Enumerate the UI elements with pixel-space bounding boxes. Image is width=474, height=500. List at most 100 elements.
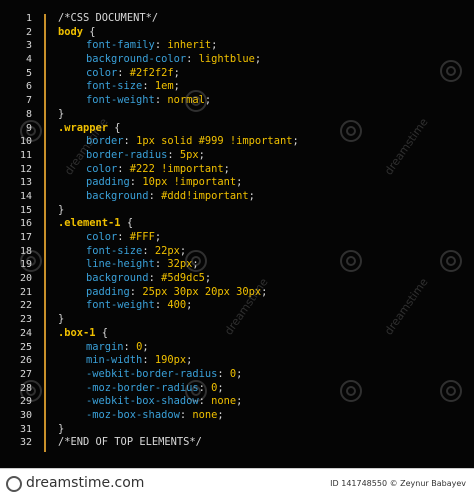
semicolon: ;: [211, 39, 218, 52]
code-line[interactable]: min-width: 190px;: [58, 354, 299, 368]
css-value: 25px 30px 20px 30px: [142, 285, 262, 298]
code-area[interactable]: /*CSS DOCUMENT*/body {font-family: inher…: [58, 12, 299, 450]
colon: :: [142, 80, 155, 93]
css-property: color: [86, 162, 118, 175]
line-number: 17: [19, 232, 32, 243]
dreamstime-logo-icon: [6, 476, 22, 492]
css-property: -moz-border-radius: [86, 381, 199, 394]
code-line[interactable]: font-size: 1em;: [58, 80, 299, 94]
css-property: padding: [86, 176, 130, 189]
line-number: 3: [25, 40, 32, 52]
css-property: font-size: [86, 244, 143, 257]
code-line[interactable]: color: #FFF;: [58, 231, 299, 245]
code-line[interactable]: }: [58, 423, 299, 437]
watermark-text: dreamstime: [382, 275, 431, 338]
code-line[interactable]: font-family: inherit;: [58, 39, 299, 53]
colon: :: [154, 39, 168, 52]
semicolon: ;: [204, 272, 212, 285]
footer-logo[interactable]: dreamstime.com: [26, 475, 144, 491]
css-value: 400: [167, 299, 187, 312]
watermark-icon: [340, 120, 362, 142]
css-value: inherit: [167, 39, 212, 52]
code-line[interactable]: .element-1 {: [58, 217, 299, 231]
line-number: 7: [25, 95, 32, 107]
semicolon: ;: [186, 354, 193, 367]
code-line[interactable]: padding: 10px !important;: [58, 176, 299, 190]
code-line[interactable]: background-color: lightblue;: [58, 53, 299, 67]
code-line[interactable]: .box-1 {: [58, 327, 299, 341]
colon: :: [217, 367, 230, 380]
code-line[interactable]: font-size: 22px;: [58, 245, 299, 259]
code-line[interactable]: -webkit-box-shadow: none;: [58, 395, 299, 409]
line-number: 5: [25, 67, 32, 79]
semicolon: ;: [248, 189, 255, 202]
css-value: #2f2f2f: [129, 66, 174, 79]
code-line[interactable]: }: [58, 204, 299, 218]
code-line[interactable]: color: #2f2f2f;: [58, 67, 299, 81]
css-value: none: [192, 408, 218, 421]
colon: :: [154, 258, 168, 271]
css-property: margin: [86, 340, 124, 353]
colon: :: [179, 408, 193, 421]
semicolon: ;: [173, 80, 180, 93]
code-line[interactable]: /*END OF TOP ELEMENTS*/: [58, 436, 299, 450]
watermark-icon: [440, 60, 462, 82]
code-line[interactable]: border-radius: 5px;: [58, 149, 299, 163]
colon: :: [129, 285, 143, 298]
css-property: color: [86, 66, 118, 79]
code-line[interactable]: margin: 0;: [58, 341, 299, 355]
css-value: 10px !important: [142, 176, 237, 189]
code-line[interactable]: color: #222 !important;: [58, 163, 299, 177]
line-number: 2: [25, 26, 32, 38]
open-brace: {: [95, 326, 109, 339]
line-number: 6: [25, 81, 32, 93]
colon: :: [117, 66, 130, 79]
code-line[interactable]: /*CSS DOCUMENT*/: [58, 12, 299, 26]
css-selector: .box-1: [58, 326, 96, 339]
colon: :: [129, 176, 143, 189]
code-editor[interactable]: 1 2 3 4 5 6 7 8 9 10 11 12 13 14 15 16 17 18 19 20 21 22 23 24 2…: [0, 0, 474, 468]
code-line[interactable]: background: #ddd!important;: [58, 190, 299, 204]
watermark-text: dreamstime: [382, 115, 431, 178]
colon: :: [117, 231, 130, 243]
colon: :: [186, 53, 199, 66]
code-line[interactable]: -moz-box-shadow: none;: [58, 409, 299, 423]
code-line[interactable]: body {: [58, 26, 299, 40]
code-line[interactable]: font-weight: 400;: [58, 299, 299, 313]
colon: :: [148, 189, 162, 202]
code-line[interactable]: font-weight: normal;: [58, 94, 299, 108]
semicolon: ;: [154, 231, 162, 243]
line-number: 4: [25, 54, 32, 66]
css-property: border-radius: [86, 148, 168, 161]
css-property: font-family: [86, 39, 155, 52]
css-property: min-width: [86, 354, 143, 367]
code-line[interactable]: }: [58, 313, 299, 327]
semicolon: ;: [236, 176, 243, 189]
line-number: 16: [19, 218, 32, 230]
watermark-icon: [440, 380, 462, 402]
line-number: 15: [19, 204, 32, 216]
semicolon: ;: [254, 53, 262, 66]
watermark-icon: [185, 380, 207, 402]
line-number: 14: [19, 190, 32, 202]
line-number: 30: [19, 409, 32, 421]
close-brace: }: [58, 107, 65, 120]
watermark-icon: [185, 250, 207, 272]
css-property: line-height: [86, 258, 155, 271]
code-line[interactable]: line-height: 32px;: [58, 258, 299, 272]
css-value: #ddd!important: [161, 189, 249, 202]
css-value: #222 !important: [129, 162, 224, 175]
css-value: #FFF: [129, 231, 155, 243]
semicolon: ;: [223, 162, 230, 175]
css-property: background: [86, 189, 149, 202]
line-number: 25: [19, 341, 32, 353]
close-brace: }: [58, 422, 65, 435]
colon: :: [117, 162, 130, 175]
line-number: 26: [19, 355, 32, 367]
css-value: 1em: [154, 80, 174, 93]
css-value: none: [211, 395, 237, 408]
line-number: 11: [19, 149, 32, 161]
code-line[interactable]: }: [58, 108, 299, 122]
code-line[interactable]: -webkit-border-radius: 0;: [58, 368, 299, 382]
code-line[interactable]: -moz-border-radius: 0;: [58, 382, 299, 396]
